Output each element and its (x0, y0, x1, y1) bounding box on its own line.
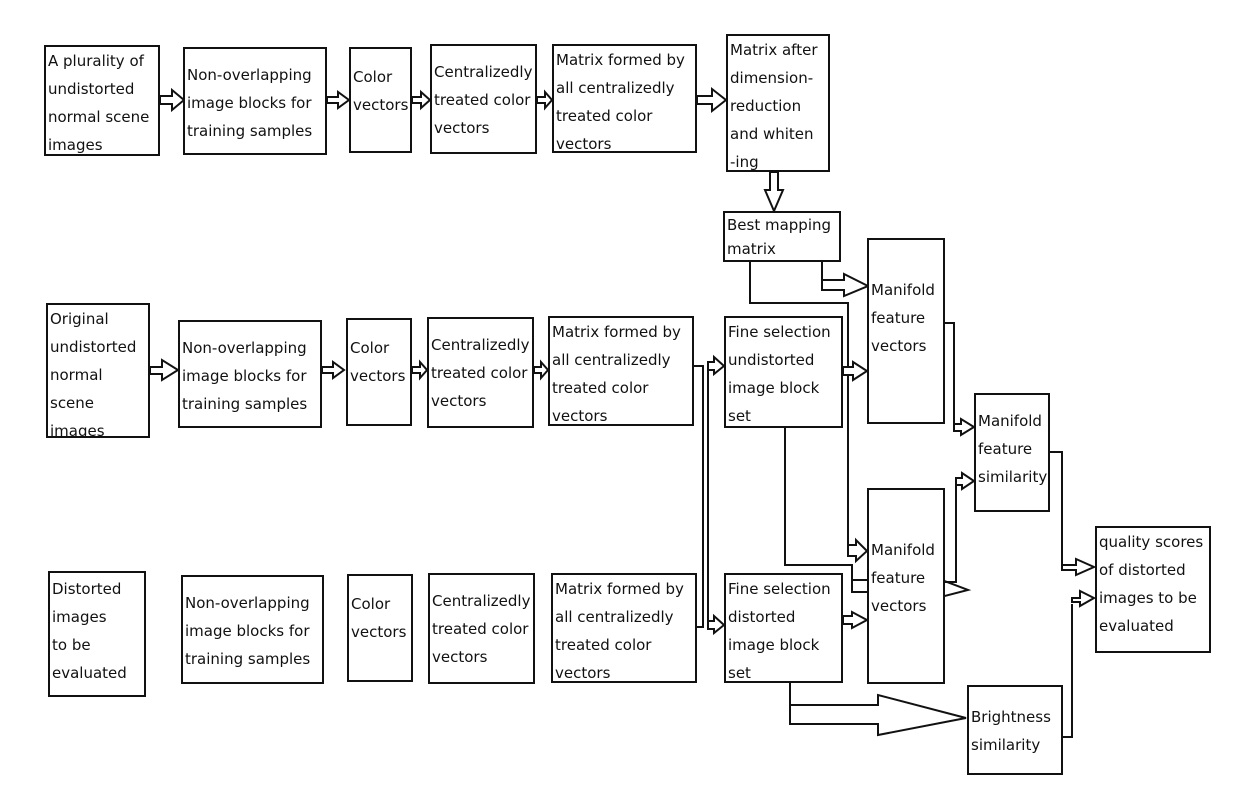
arrow-r2-central-to-matrix (533, 359, 550, 381)
box-label: Non-overlapping image blocks for trainin… (187, 66, 313, 140)
box-brightness-similarity: Brightness similarity (967, 685, 1063, 775)
box-training-input-images: A plurality of undistorted normal scene … (44, 45, 160, 156)
box-r3-nonoverlapping-blocks: Non-overlapping image blocks for trainin… (181, 575, 324, 684)
box-label: Centralizedly treated color vectors (431, 336, 530, 410)
arrow-fine-distorted-to-manifold-2 (842, 610, 870, 630)
box-label: Non-overlapping image blocks for trainin… (185, 594, 311, 668)
box-fine-selection-undistorted: Fine selection undistorted image block s… (724, 316, 843, 428)
box-label: Color vectors (351, 595, 407, 641)
box-r3-color-vectors: Color vectors (347, 574, 413, 682)
box-label: Matrix after dimension- reduction and wh… (730, 41, 818, 171)
box-label: A plurality of undistorted normal scene … (48, 52, 150, 154)
arrow-r1-input-to-blocks (159, 87, 186, 113)
arrow-r1-matrix-to-whiten (696, 86, 728, 114)
arrow-r1-color-to-central (411, 89, 432, 111)
box-r2-centralized-vectors: Centralizedly treated color vectors (427, 317, 534, 428)
box-label: Color vectors (353, 68, 409, 114)
box-r3-matrix: Matrix formed by all centralizedly treat… (551, 573, 697, 683)
box-r2-matrix: Matrix formed by all centralizedly treat… (548, 316, 694, 426)
box-label: Matrix formed by all centralizedly treat… (555, 580, 684, 682)
box-r2-color-vectors: Color vectors (346, 318, 412, 426)
connector-manifold-1-to-similarity (944, 322, 976, 437)
arrow-r2-input-to-blocks (149, 358, 180, 382)
box-label: Manifold feature vectors (871, 281, 935, 355)
box-label: Manifold feature similarity (978, 412, 1048, 486)
box-label: Fine selection distorted image block set (728, 580, 831, 682)
arrow-fine-undistorted-to-manifold-1 (842, 360, 869, 382)
box-label: Centralizedly treated color vectors (434, 63, 533, 137)
box-fine-selection-distorted: Fine selection distorted image block set (724, 573, 843, 683)
box-label: Non-overlapping image blocks for trainin… (182, 339, 308, 413)
box-r2-nonoverlapping-blocks: Non-overlapping image blocks for trainin… (178, 320, 322, 428)
box-label: Manifold feature vectors (871, 541, 935, 615)
box-manifold-feature-vectors-1: Manifold feature vectors (867, 238, 945, 424)
box-label: Best mapping matrix (727, 216, 832, 258)
box-best-mapping-matrix: Best mapping matrix (723, 211, 841, 262)
box-label: Fine selection undistorted image block s… (728, 323, 831, 425)
box-label: Matrix formed by all centralizedly treat… (556, 51, 685, 153)
box-original-undistorted-images: Original undistorted normal scene images (46, 303, 150, 438)
box-label: Matrix formed by all centralizedly treat… (552, 323, 681, 425)
box-label: Original undistorted normal scene images (50, 310, 137, 438)
box-manifold-feature-similarity: Manifold feature similarity (974, 393, 1050, 512)
arrow-r2-color-to-central (411, 359, 429, 381)
box-manifold-feature-vectors-2: Manifold feature vectors (867, 488, 945, 684)
box-label: Centralizedly treated color vectors (432, 592, 531, 666)
box-r1-centralized-vectors: Centralizedly treated color vectors (430, 44, 537, 154)
box-whitened-matrix: Matrix after dimension- reduction and wh… (726, 34, 830, 172)
flowchart-canvas: A plurality of undistorted normal scene … (0, 0, 1240, 810)
box-r3-centralized-vectors: Centralizedly treated color vectors (428, 573, 535, 684)
box-quality-scores: quality scores of distorted images to be… (1095, 526, 1211, 653)
connector-similarity-to-quality (1050, 451, 1097, 577)
connector-fine-distorted-to-brightness (789, 682, 967, 737)
connector-brightness-to-quality (1062, 589, 1097, 738)
box-r1-color-vectors: Color vectors (349, 47, 412, 153)
arrow-r2-blocks-to-color (321, 360, 346, 380)
box-label: Brightness similarity (971, 708, 1051, 754)
arrow-r1-blocks-to-color (326, 90, 351, 110)
box-r1-matrix: Matrix formed by all centralizedly treat… (552, 44, 697, 153)
box-distorted-images: Distorted images to be evaluated (48, 571, 146, 697)
box-r1-nonoverlapping-blocks: Non-overlapping image blocks for trainin… (183, 47, 327, 155)
connector-best-mapping-to-manifold-1 (821, 262, 871, 298)
connector-manifold-2-to-similarity (944, 471, 976, 583)
box-label: Color vectors (350, 339, 406, 385)
box-label: quality scores of distorted images to be… (1099, 533, 1204, 635)
arrow-whiten-to-best-mapping (763, 171, 785, 214)
box-label: Distorted images to be evaluated (52, 580, 127, 682)
connector-matrix-bus (694, 354, 726, 636)
arrow-r1-central-to-matrix (536, 89, 554, 111)
